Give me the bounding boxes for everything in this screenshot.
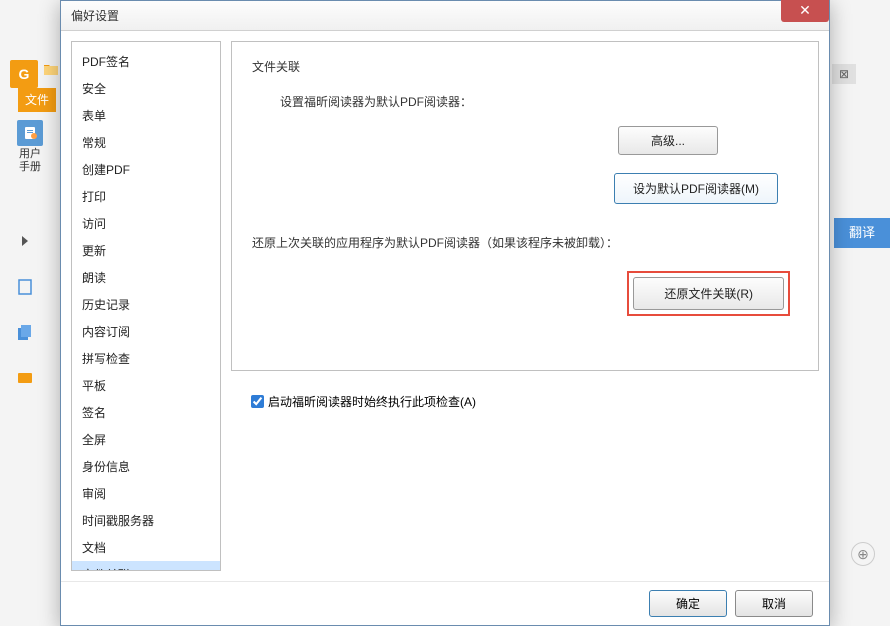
bookmark-icon[interactable] <box>14 368 36 390</box>
page-icon[interactable] <box>14 276 36 298</box>
section-title: 文件关联 <box>252 58 798 75</box>
content-area: 文件关联 设置福昕阅读器为默认PDF阅读器： 高级... 设为默认PDF阅读器(… <box>231 41 819 571</box>
sidebar-item[interactable]: 更新 <box>72 237 220 264</box>
panel-close-icon[interactable]: ⊠ <box>832 64 856 84</box>
sidebar-item[interactable]: 创建PDF <box>72 156 220 183</box>
ribbon-file-tab[interactable]: 文件 <box>18 88 56 112</box>
user-manual-label-2: 手册 <box>10 161 50 174</box>
ok-button[interactable]: 确定 <box>649 590 727 617</box>
sidebar-item[interactable]: 身份信息 <box>72 453 220 480</box>
sidebar-item[interactable]: 签名 <box>72 399 220 426</box>
sidebar-item[interactable]: 拼写检查 <box>72 345 220 372</box>
copy-icon[interactable] <box>14 322 36 344</box>
set-default-reader-button[interactable]: 设为默认PDF阅读器(M) <box>614 173 778 204</box>
sidebar-item[interactable]: 平板 <box>72 372 220 399</box>
close-button[interactable]: ✕ <box>781 0 829 22</box>
arrow-right-icon[interactable] <box>14 230 36 252</box>
dialog-footer: 确定 取消 <box>61 581 829 625</box>
sidebar-item[interactable]: 安全 <box>72 75 220 102</box>
set-default-description: 设置福昕阅读器为默认PDF阅读器： <box>280 93 798 110</box>
user-manual-button[interactable]: 用户 手册 <box>10 120 50 174</box>
zoom-in-icon[interactable]: ⊕ <box>851 542 875 566</box>
restore-highlight: 还原文件关联(R) <box>627 271 790 316</box>
sidebar-item[interactable]: 内容订阅 <box>72 318 220 345</box>
sidebar-item[interactable]: 审阅 <box>72 480 220 507</box>
restore-description: 还原上次关联的应用程序为默认PDF阅读器（如果该程序未被卸载）： <box>252 234 798 251</box>
sidebar-item[interactable]: 访问 <box>72 210 220 237</box>
dialog-title: 偏好设置 <box>71 7 119 24</box>
sidebar-item[interactable]: 朗读 <box>72 264 220 291</box>
sidebar-item[interactable]: 历史记录 <box>72 291 220 318</box>
app-logo-icon: G <box>10 60 38 88</box>
sidebar-item[interactable]: 文件关联 <box>72 561 220 571</box>
left-sidebar-icons <box>14 230 44 414</box>
sidebar-item[interactable]: 常规 <box>72 129 220 156</box>
cancel-button[interactable]: 取消 <box>735 590 813 617</box>
folder-icon <box>44 63 58 75</box>
startup-check-checkbox[interactable] <box>251 395 264 408</box>
translate-button[interactable]: 翻译 <box>834 218 890 248</box>
sidebar-item[interactable]: 全屏 <box>72 426 220 453</box>
sidebar-item[interactable]: 时间戳服务器 <box>72 507 220 534</box>
user-manual-label-1: 用户 <box>10 148 50 161</box>
restore-file-association-button[interactable]: 还原文件关联(R) <box>633 277 784 310</box>
sidebar-item[interactable]: PDF签名 <box>72 48 220 75</box>
advanced-button[interactable]: 高级... <box>618 126 718 155</box>
file-association-panel: 文件关联 设置福昕阅读器为默认PDF阅读器： 高级... 设为默认PDF阅读器(… <box>231 41 819 371</box>
sidebar-item[interactable]: 表单 <box>72 102 220 129</box>
preferences-dialog: 偏好设置 ✕ PDF签名安全表单常规创建PDF打印访问更新朗读历史记录内容订阅拼… <box>60 0 830 626</box>
sidebar-item[interactable]: 文档 <box>72 534 220 561</box>
startup-check-label[interactable]: 启动福昕阅读器时始终执行此项检查(A) <box>268 393 476 410</box>
category-sidebar[interactable]: PDF签名安全表单常规创建PDF打印访问更新朗读历史记录内容订阅拼写检查平板签名… <box>71 41 221 571</box>
sidebar-item[interactable]: 打印 <box>72 183 220 210</box>
document-icon <box>17 120 43 146</box>
startup-check-row: 启动福昕阅读器时始终执行此项检查(A) <box>251 393 819 410</box>
dialog-titlebar: 偏好设置 ✕ <box>61 1 829 31</box>
